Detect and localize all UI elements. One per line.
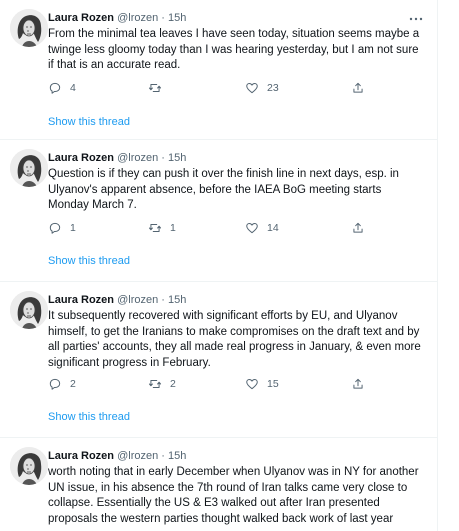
tweet-feed: Laura Rozen @lrozen · 15h From the minim… <box>0 0 438 531</box>
author-handle[interactable]: @lrozen <box>117 12 158 24</box>
reply-count: 2 <box>70 378 76 390</box>
tweet-text: Question is if they can push it over the… <box>48 168 399 211</box>
separator-dot: · <box>161 152 165 164</box>
share-icon <box>353 222 363 233</box>
separator-dot: · <box>161 12 165 24</box>
show-thread-link[interactable]: Show this thread <box>48 411 130 423</box>
retweet-button[interactable] <box>148 80 170 96</box>
tweet[interactable]: Laura Rozen @lrozen · 15h From the minim… <box>0 0 437 140</box>
retweet-count: 2 <box>170 378 176 390</box>
retweet-icon <box>148 224 162 232</box>
heart-icon <box>246 378 258 390</box>
author-handle[interactable]: @lrozen <box>117 450 158 462</box>
author-handle[interactable]: @lrozen <box>117 152 158 164</box>
tweet-text: worth noting that in early December when… <box>48 466 419 525</box>
heart-icon <box>246 222 258 234</box>
share-icon <box>353 378 363 389</box>
retweet-count: 1 <box>170 222 176 234</box>
tweet-text: From the minimal tea leaves I have seen … <box>48 28 420 71</box>
tweet-timestamp[interactable]: 15h <box>168 152 186 164</box>
author-name[interactable]: Laura Rozen <box>48 12 114 24</box>
tweet-actions: 1 1 14 <box>48 220 418 236</box>
like-count: 14 <box>267 222 279 234</box>
share-button[interactable] <box>351 80 365 96</box>
separator-dot: · <box>161 450 165 462</box>
avatar[interactable] <box>10 291 48 329</box>
retweet-button[interactable]: 2 <box>148 376 176 392</box>
retweet-icon <box>148 380 162 388</box>
tweet-header: Laura Rozen @lrozen · 15h <box>48 449 186 463</box>
tweet[interactable]: Laura Rozen @lrozen · 15h Question is if… <box>0 140 437 282</box>
separator-dot: · <box>161 294 165 306</box>
tweet-header: Laura Rozen @lrozen · 15h <box>48 293 186 307</box>
reply-button[interactable]: 2 <box>48 376 76 392</box>
like-button[interactable]: 14 <box>245 220 279 236</box>
avatar-illustration <box>10 9 48 47</box>
avatar-illustration <box>10 447 48 485</box>
like-button[interactable]: 15 <box>245 376 279 392</box>
more-icon[interactable] <box>409 14 423 24</box>
reply-icon <box>49 82 61 94</box>
tweet-timestamp[interactable]: 15h <box>168 450 186 462</box>
tweet[interactable]: Laura Rozen @lrozen · 15h worth noting t… <box>0 438 437 531</box>
tweet-timestamp[interactable]: 15h <box>168 12 186 24</box>
reply-count: 1 <box>70 222 76 234</box>
tweet-text: It subsequently recovered with significa… <box>48 310 421 369</box>
reply-icon <box>49 222 61 234</box>
show-thread-link[interactable]: Show this thread <box>48 116 130 128</box>
author-name[interactable]: Laura Rozen <box>48 152 114 164</box>
share-button[interactable] <box>351 376 365 392</box>
heart-icon <box>246 82 258 94</box>
author-name[interactable]: Laura Rozen <box>48 450 114 462</box>
like-count: 15 <box>267 378 279 390</box>
avatar[interactable] <box>10 447 48 485</box>
reply-button[interactable]: 1 <box>48 220 76 236</box>
like-button[interactable]: 23 <box>245 80 279 96</box>
tweet[interactable]: Laura Rozen @lrozen · 15h It subsequentl… <box>0 282 437 438</box>
tweet-timestamp[interactable]: 15h <box>168 294 186 306</box>
reply-count: 4 <box>70 82 76 94</box>
share-icon <box>353 82 363 93</box>
reply-button[interactable]: 4 <box>48 80 76 96</box>
retweet-icon <box>148 84 162 92</box>
tweet-header: Laura Rozen @lrozen · 15h <box>48 11 186 25</box>
avatar-illustration <box>10 291 48 329</box>
author-name[interactable]: Laura Rozen <box>48 294 114 306</box>
share-button[interactable] <box>351 220 365 236</box>
show-thread-link[interactable]: Show this thread <box>48 255 130 267</box>
author-handle[interactable]: @lrozen <box>117 294 158 306</box>
tweet-header: Laura Rozen @lrozen · 15h <box>48 151 186 165</box>
avatar-illustration <box>10 149 48 187</box>
retweet-button[interactable]: 1 <box>148 220 176 236</box>
reply-icon <box>49 378 61 390</box>
tweet-actions: 2 2 15 <box>48 376 418 392</box>
avatar[interactable] <box>10 9 48 47</box>
tweet-actions: 4 23 <box>48 80 418 96</box>
like-count: 23 <box>267 82 279 94</box>
avatar[interactable] <box>10 149 48 187</box>
